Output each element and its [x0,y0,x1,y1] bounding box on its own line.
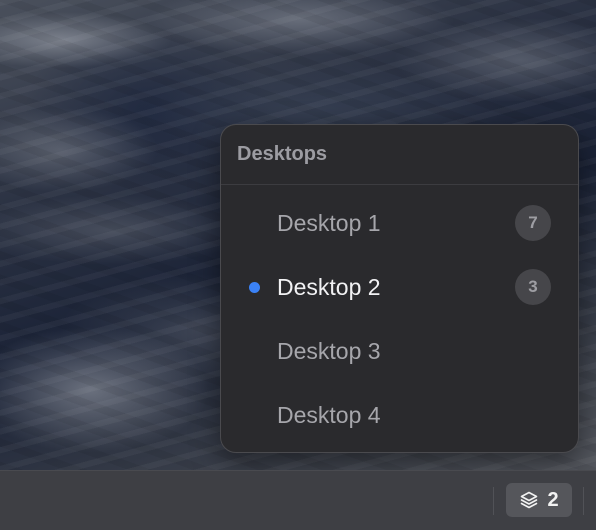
desktop-label: Desktop 1 [277,209,381,236]
taskbar-divider [583,487,584,515]
layers-icon [519,490,539,510]
desktop-item-3[interactable]: Desktop 3 [221,319,578,383]
current-desktop-number: 2 [547,488,559,511]
desktop-switcher-button[interactable]: 2 [506,483,572,517]
desktop-item-4[interactable]: Desktop 4 [221,383,578,447]
desktop-label: Desktop 4 [277,401,381,428]
desktop-item-1[interactable]: Desktop 1 7 [221,191,578,255]
popup-header: Desktops [221,125,578,185]
desktop-label: Desktop 3 [277,337,381,364]
active-desktop-indicator [249,281,260,293]
window-count-badge: 7 [515,205,551,241]
popup-title: Desktops [237,143,328,165]
taskbar-divider [493,487,494,515]
screen: Desktops Desktop 1 7 Desktop 2 3 Desktop… [0,0,596,530]
desktop-item-2[interactable]: Desktop 2 3 [221,255,578,319]
desktop-list: Desktop 1 7 Desktop 2 3 Desktop 3 Deskto… [221,191,578,447]
desktop-label: Desktop 2 [277,273,381,300]
window-count-badge: 3 [515,269,551,305]
desktops-popup: Desktops Desktop 1 7 Desktop 2 3 Desktop… [220,124,579,453]
